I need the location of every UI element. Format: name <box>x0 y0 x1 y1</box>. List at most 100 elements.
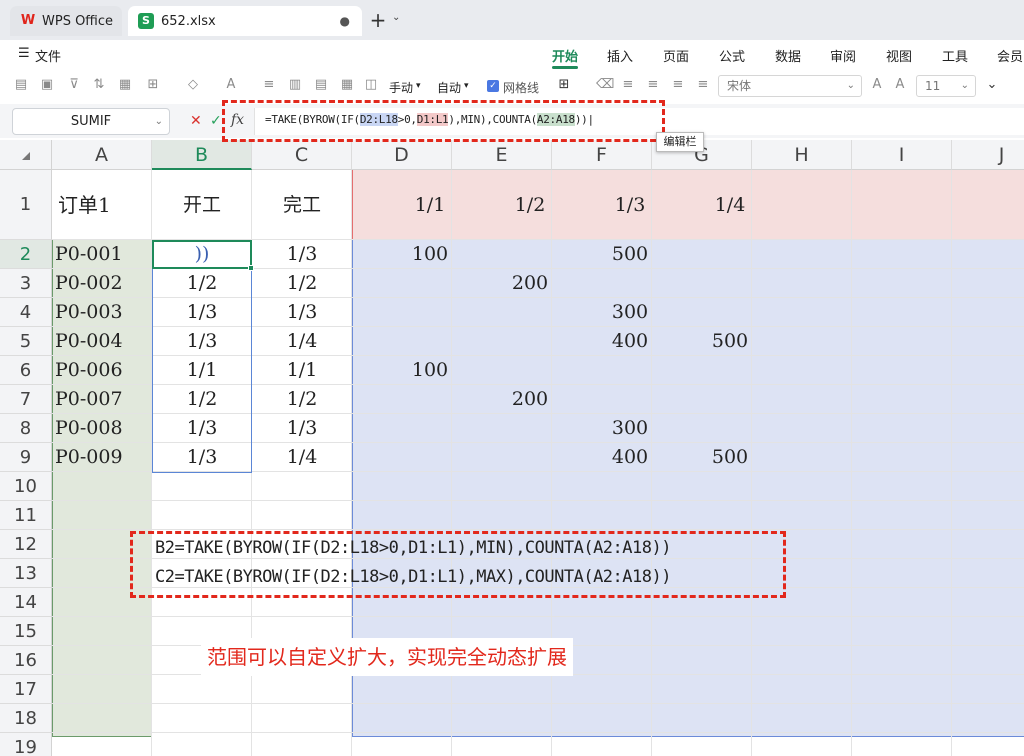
column-header-j[interactable]: J <box>952 140 1024 170</box>
row-header-11[interactable]: 11 <box>0 501 52 530</box>
row-header-3[interactable]: 3 <box>0 269 52 298</box>
cell-e7[interactable]: 200 <box>480 385 580 414</box>
new-tab-button[interactable]: + <box>368 8 388 32</box>
row-header-6[interactable]: 6 <box>0 356 52 385</box>
row-header-7[interactable]: 7 <box>0 385 52 414</box>
clear-icon[interactable]: ⌫ <box>596 78 614 92</box>
column-header-i[interactable]: I <box>852 140 952 170</box>
cell-g4[interactable] <box>680 298 780 327</box>
menu-review[interactable]: 审阅 <box>830 46 856 65</box>
font-color-icon[interactable]: A <box>224 78 238 92</box>
cell-d2[interactable]: 100 <box>380 240 480 269</box>
filter-icon[interactable]: ⊽ <box>67 78 81 92</box>
row-header-18[interactable]: 18 <box>0 704 52 733</box>
cell-d8[interactable] <box>380 414 480 443</box>
font-shrink-icon[interactable]: A <box>893 78 907 92</box>
cell-c5[interactable]: 1/4 <box>252 327 352 356</box>
fill-color-icon[interactable]: ◇ <box>186 78 200 92</box>
row-header-13[interactable]: 13 <box>0 559 52 588</box>
fill-icon[interactable]: ▦ <box>118 78 132 92</box>
cell-a2[interactable]: P0-001 <box>52 240 152 269</box>
paste-icon[interactable]: ▣ <box>40 78 54 92</box>
cell-c2[interactable]: 1/3 <box>252 240 352 269</box>
unsaved-dot-icon[interactable]: ● <box>340 14 350 28</box>
cell-d5[interactable] <box>380 327 480 356</box>
confirm-icon[interactable]: ✓ <box>210 113 222 129</box>
row-header-17[interactable]: 17 <box>0 675 52 704</box>
cell-f3[interactable] <box>580 269 680 298</box>
align-center-icon[interactable]: ≡ <box>646 78 660 92</box>
menu-file[interactable]: 文件 <box>35 46 61 65</box>
sort-icon[interactable]: ⇅ <box>92 78 106 92</box>
cell-c9[interactable]: 1/4 <box>252 443 352 472</box>
cell-g7[interactable] <box>680 385 780 414</box>
cell-f1[interactable]: 1/3 <box>580 170 680 240</box>
freeze-icon[interactable]: ▦ <box>340 78 354 92</box>
cell-d3[interactable] <box>380 269 480 298</box>
cell-f8[interactable]: 300 <box>580 414 680 443</box>
row-header-2[interactable]: 2 <box>0 240 52 269</box>
cell-f9[interactable]: 400 <box>580 443 680 472</box>
cell-e3[interactable]: 200 <box>480 269 580 298</box>
cell-g2[interactable] <box>680 240 780 269</box>
cell-g5[interactable]: 500 <box>680 327 780 356</box>
cell-g8[interactable] <box>680 414 780 443</box>
menu-formula[interactable]: 公式 <box>719 46 745 65</box>
cell-g6[interactable] <box>680 356 780 385</box>
menu-member[interactable]: 会员 <box>997 46 1023 65</box>
row-header-8[interactable]: 8 <box>0 414 52 443</box>
cell-d9[interactable] <box>380 443 480 472</box>
cell-f2[interactable]: 500 <box>580 240 680 269</box>
align-right-icon[interactable]: ≡ <box>671 78 685 92</box>
cell-c3[interactable]: 1/2 <box>252 269 352 298</box>
column-header-d[interactable]: D <box>352 140 452 170</box>
chevron-down-icon[interactable]: ▾ <box>464 81 469 91</box>
row-header-4[interactable]: 4 <box>0 298 52 327</box>
cell-d4[interactable] <box>380 298 480 327</box>
justify-icon[interactable]: ≡ <box>696 78 710 92</box>
border-icon[interactable]: ⊞ <box>146 78 160 92</box>
table-style-icon[interactable]: ▤ <box>314 78 328 92</box>
column-header-e[interactable]: E <box>452 140 552 170</box>
menu-view[interactable]: 视图 <box>886 46 912 65</box>
name-box[interactable]: SUMIF ⌄ <box>12 108 170 135</box>
menu-tools[interactable]: 工具 <box>942 46 968 65</box>
column-header-a[interactable]: A <box>52 140 152 170</box>
menu-home[interactable]: 开始 <box>552 46 578 65</box>
cell-g3[interactable] <box>680 269 780 298</box>
font-size-select[interactable]: 11 ⌄ <box>916 75 976 97</box>
row-header-12[interactable]: 12 <box>0 530 52 559</box>
spreadsheet-grid[interactable]: 订单1 开工 完工 1/1 1/2 1/3 1/4 P0-001)) 1/3 100 500 P0-0… <box>0 140 1024 756</box>
table-format-icon[interactable]: ⊞ <box>557 78 571 92</box>
row-header-16[interactable]: 16 <box>0 646 52 675</box>
cell-c4[interactable]: 1/3 <box>252 298 352 327</box>
wrap-icon[interactable]: ≡ <box>262 78 276 92</box>
cell-d6[interactable]: 100 <box>380 356 480 385</box>
cell-e1[interactable]: 1/2 <box>480 170 580 240</box>
cell-a1[interactable]: 订单1 <box>52 170 152 240</box>
align-left-icon[interactable]: ≡ <box>621 78 635 92</box>
row-header-15[interactable]: 15 <box>0 617 52 646</box>
more-chevron-icon[interactable]: ⌄ <box>985 78 999 92</box>
hamburger-icon[interactable]: ☰ <box>18 46 30 61</box>
font-family-select[interactable]: 宋体 ⌄ <box>718 75 862 97</box>
cell-g1[interactable]: 1/4 <box>680 170 780 240</box>
cell-a6[interactable]: P0-006 <box>52 356 152 385</box>
row-header-10[interactable]: 10 <box>0 472 52 501</box>
cell-e8[interactable] <box>480 414 580 443</box>
cell-c8[interactable]: 1/3 <box>252 414 352 443</box>
cell-e9[interactable] <box>480 443 580 472</box>
cell-f5[interactable]: 400 <box>580 327 680 356</box>
cell-c1[interactable]: 完工 <box>252 170 352 240</box>
row-header-14[interactable]: 14 <box>0 588 52 617</box>
sheet-icon[interactable]: ◫ <box>364 78 378 92</box>
gridlines-checkbox[interactable]: ✓ <box>487 80 499 92</box>
format-painter-icon[interactable]: ▤ <box>14 78 28 92</box>
menu-page[interactable]: 页面 <box>663 46 689 65</box>
column-header-h[interactable]: H <box>752 140 852 170</box>
cell-g9[interactable]: 500 <box>680 443 780 472</box>
calc-auto-button[interactable]: 自动 <box>437 79 461 96</box>
cell-a8[interactable]: P0-008 <box>52 414 152 443</box>
cell-b2[interactable]: )) <box>152 240 252 269</box>
cell-e5[interactable] <box>480 327 580 356</box>
